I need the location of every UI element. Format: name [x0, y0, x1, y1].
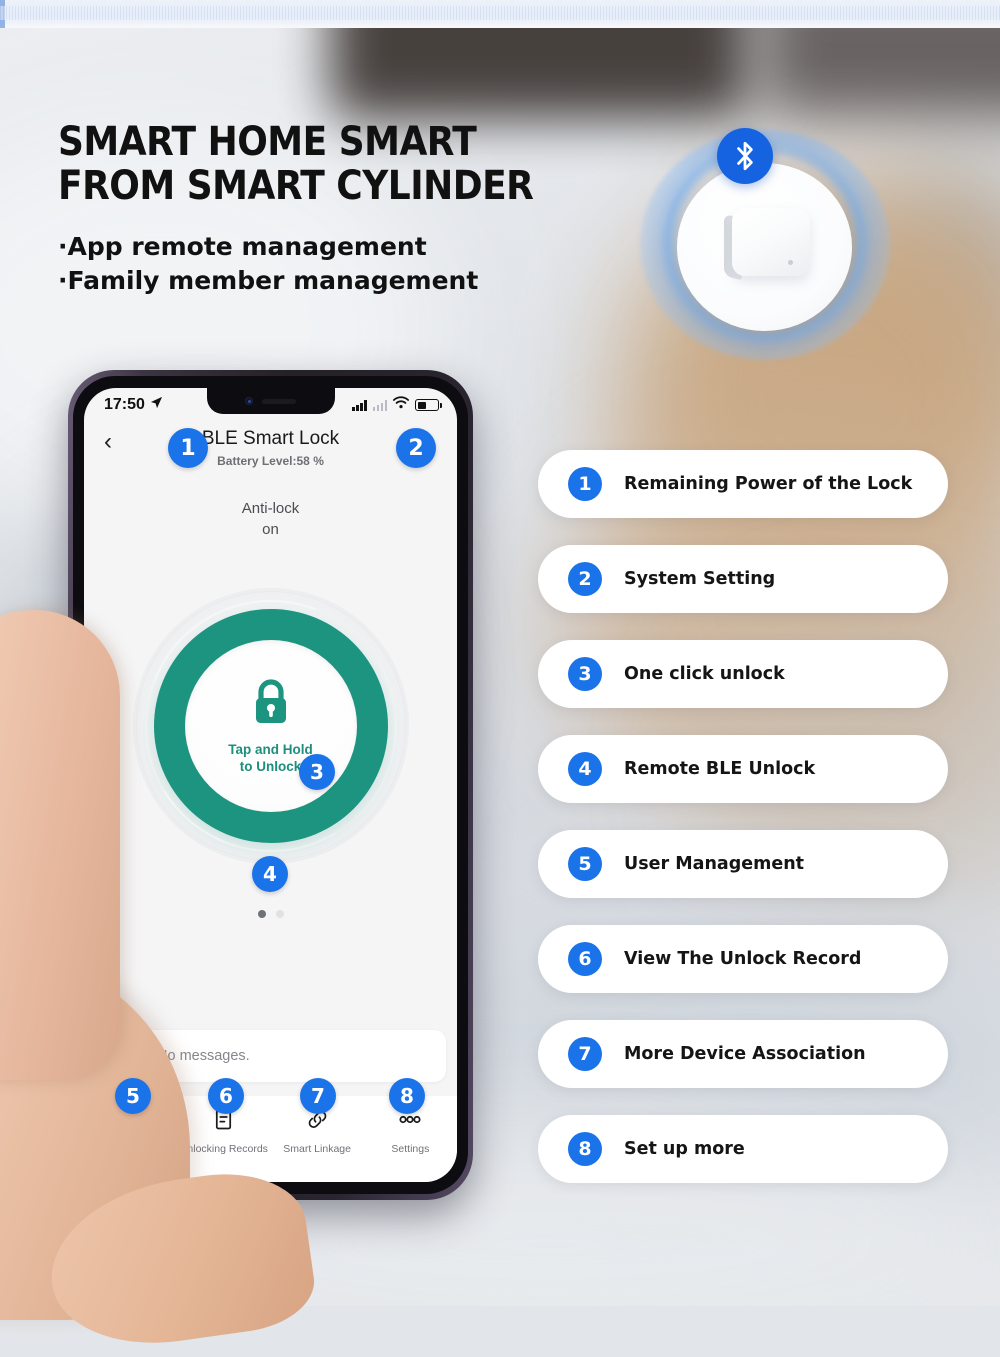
location-arrow-icon	[150, 396, 163, 414]
status-bar: 17:50	[84, 388, 457, 418]
back-button[interactable]: ‹	[104, 430, 112, 454]
callout-badge-7: 7	[300, 1078, 336, 1114]
headline-block: SMART HOME SMART FROM SMART CYLINDER ·Ap…	[58, 120, 698, 298]
headline-bullet-2: ·Family member management	[58, 266, 479, 295]
tab-settings[interactable]: Settings	[364, 1108, 457, 1155]
unlock-label-line-1: Tap and Hold	[228, 742, 313, 757]
feature-number: 6	[568, 942, 602, 976]
callout-badge-3: 3	[299, 754, 335, 790]
tab-label: Member Manage...	[86, 1143, 175, 1155]
ble-gateway-device	[724, 208, 810, 288]
feature-label: More Device Association	[624, 1044, 866, 1064]
battery-level-text: Battery Level:58 %	[217, 454, 324, 468]
wifi-icon	[393, 396, 409, 414]
anti-lock-label: Anti-lock	[241, 500, 300, 517]
status-bar-left: 17:50	[104, 396, 163, 414]
feature-item-4[interactable]: 4 Remote BLE Unlock	[538, 735, 948, 803]
feature-number: 3	[568, 657, 602, 691]
padlock-locked-icon	[248, 677, 294, 732]
headline-line-1: SMART HOME SMART	[58, 119, 477, 165]
unlock-button[interactable]: Tap and Hold to Unlock	[104, 559, 437, 893]
callout-badge-6: 6	[208, 1078, 244, 1114]
feature-item-6[interactable]: 6 View The Unlock Record	[538, 925, 948, 993]
unlock-inner-circle[interactable]: Tap and Hold to Unlock	[184, 640, 357, 812]
headline-bullet-1: ·App remote management	[58, 232, 427, 261]
callout-badge-4: 4	[252, 856, 288, 892]
tab-smart-linkage[interactable]: Smart Linkage	[271, 1108, 364, 1155]
feature-number: 8	[568, 1132, 602, 1166]
device-title: BLE Smart Lock	[201, 428, 340, 449]
message-bar[interactable]: No messages.	[95, 1030, 446, 1082]
feature-number: 1	[568, 467, 602, 501]
unlock-area: Tap and Hold to Unlock	[84, 559, 457, 893]
feature-item-8[interactable]: 8 Set up more	[538, 1115, 948, 1183]
anti-lock-state: on	[262, 521, 279, 538]
feature-label: Remote BLE Unlock	[624, 759, 816, 779]
anti-lock-status: Anti-lock on	[84, 498, 457, 540]
bell-icon	[109, 1039, 143, 1073]
callout-badge-1: 1	[168, 428, 208, 468]
battery-icon	[415, 399, 442, 411]
phone-screen: 17:50 ‹ BLE Smart Lock Battery Level:58 …	[84, 388, 457, 1182]
feature-number: 5	[568, 847, 602, 881]
feature-label: System Setting	[624, 569, 776, 589]
feature-item-3[interactable]: 3 One click unlock	[538, 640, 948, 708]
feature-number: 4	[568, 752, 602, 786]
pager-dot[interactable]	[275, 910, 284, 918]
feature-item-2[interactable]: 2 System Setting	[538, 545, 948, 613]
callout-badge-2: 2	[396, 428, 436, 468]
feature-item-1[interactable]: 1 Remaining Power of the Lock	[538, 450, 948, 518]
feature-label: User Management	[624, 854, 805, 874]
callout-badge-5: 5	[115, 1078, 151, 1114]
feature-number: 7	[568, 1037, 602, 1071]
status-bar-right	[352, 396, 442, 414]
signal-secondary-icon	[372, 399, 387, 411]
feature-number: 2	[568, 562, 602, 596]
tab-label: Smart Linkage	[283, 1143, 351, 1155]
feature-list: 1 Remaining Power of the Lock 2 System S…	[538, 450, 948, 1210]
tab-member-management[interactable]: Member Manage...	[84, 1108, 177, 1155]
callout-badge-8: 8	[389, 1078, 425, 1114]
signal-icon	[352, 399, 367, 411]
gateway-illustration	[640, 128, 890, 360]
feature-item-7[interactable]: 7 More Device Association	[538, 1020, 948, 1088]
top-strip	[0, 0, 1000, 28]
clock-text: 17:50	[104, 396, 145, 413]
headline-bullets: ·App remote management ·Family member ma…	[58, 230, 698, 298]
headline-line-2: FROM SMART CYLINDER	[58, 163, 534, 209]
gateway-led-icon	[788, 260, 793, 265]
tab-unlocking-records[interactable]: Unlocking Records	[177, 1108, 270, 1155]
feature-label: Set up more	[624, 1139, 745, 1159]
feature-label: Remaining Power of the Lock	[624, 474, 913, 494]
top-strip-edge	[0, 0, 5, 28]
feature-label: View The Unlock Record	[624, 949, 862, 969]
feature-item-5[interactable]: 5 User Management	[538, 830, 948, 898]
phone-mockup: 17:50 ‹ BLE Smart Lock Battery Level:58 …	[68, 370, 473, 1200]
pager-dot-active[interactable]	[257, 910, 266, 918]
message-text: No messages.	[157, 1048, 250, 1064]
tab-label: Settings	[391, 1143, 430, 1155]
pager-dots	[84, 910, 457, 918]
gateway-device-top	[732, 208, 810, 276]
page-title: SMART HOME SMART FROM SMART CYLINDER	[58, 120, 698, 208]
feature-label: One click unlock	[624, 664, 785, 684]
tab-label: Unlocking Records	[179, 1143, 268, 1155]
bluetooth-icon	[717, 128, 773, 184]
